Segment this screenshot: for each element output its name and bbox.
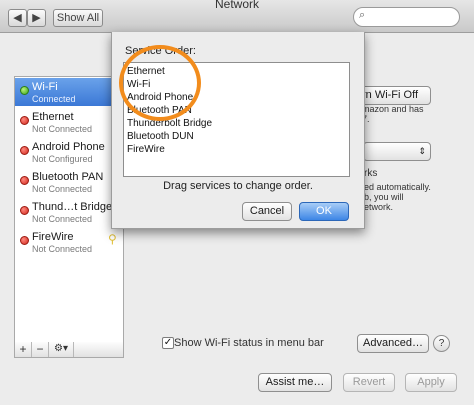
service-name: Android Phone (32, 141, 105, 153)
remove-service-button[interactable]: − (32, 342, 49, 357)
status-dot-icon (20, 236, 29, 245)
service-list: Wi-Fi Connected Ethernet Not Connected A… (14, 76, 124, 344)
service-item-bluetooth-pan[interactable]: Bluetooth PAN Not Connected (15, 168, 123, 196)
service-order-item[interactable]: Bluetooth DUN (127, 131, 194, 143)
highlight-circle (119, 45, 201, 121)
service-item-thunderbolt-bridge[interactable]: Thund…t Bridge Not Connected (15, 198, 123, 226)
status-dot-icon (20, 206, 29, 215)
service-status: Not Connected (32, 244, 93, 254)
service-item-ethernet[interactable]: Ethernet Not Connected (15, 108, 123, 136)
ok-button[interactable]: OK (299, 202, 349, 221)
chevron-updown-icon: ⇕ (418, 146, 426, 156)
status-text-fragment: mazon and has (362, 104, 424, 114)
status-dot-icon (20, 86, 29, 95)
service-item-wifi[interactable]: Wi-Fi Connected (15, 78, 123, 106)
window-titlebar: Network ◀ ▶ Show All ⌕ (0, 0, 474, 33)
status-dot-icon (20, 146, 29, 155)
service-order-item[interactable]: FireWire (127, 144, 165, 156)
ask-to-join-description: etwork. (364, 202, 394, 212)
network-name-popup[interactable]: ⇕ (363, 142, 431, 161)
help-button[interactable]: ? (433, 335, 450, 352)
cancel-button[interactable]: Cancel (242, 202, 292, 221)
drag-hint-text: Drag services to change order. (163, 180, 313, 192)
service-name: FireWire (32, 231, 74, 243)
service-status: Not Configured (32, 154, 93, 164)
apply-button[interactable]: Apply (405, 373, 457, 392)
service-status: Connected (32, 94, 76, 104)
service-status: Not Connected (32, 124, 93, 134)
service-name: Wi-Fi (32, 81, 58, 93)
show-wifi-status-checkbox[interactable]: ✓ (162, 337, 174, 349)
service-name: Thund…t Bridge (32, 201, 113, 213)
ask-to-join-description: b, you will (364, 192, 404, 202)
service-name: Bluetooth PAN (32, 171, 104, 183)
search-input[interactable] (372, 10, 456, 23)
ask-to-join-description: ed automatically. (364, 182, 431, 192)
gear-menu-button[interactable]: ⚙▾ (49, 342, 74, 357)
status-dot-icon (20, 176, 29, 185)
show-wifi-status-label: Show Wi-Fi status in menu bar (174, 337, 324, 349)
service-name: Ethernet (32, 111, 74, 123)
sidebar-toolbar: + − ⚙▾ (14, 342, 124, 358)
status-dot-icon (20, 116, 29, 125)
assist-me-button[interactable]: Assist me… (258, 373, 332, 392)
service-status: Not Connected (32, 184, 93, 194)
show-all-button[interactable]: Show All (53, 9, 103, 27)
service-status: Not Connected (32, 214, 93, 224)
service-item-android-phone[interactable]: Android Phone Not Configured (15, 138, 123, 166)
search-field[interactable]: ⌕ (353, 7, 460, 27)
back-button[interactable]: ◀ (8, 9, 27, 27)
forward-button[interactable]: ▶ (27, 9, 46, 27)
wifi-signal-icon: ⚲ (108, 232, 117, 246)
advanced-button[interactable]: Advanced… (357, 334, 429, 353)
add-service-button[interactable]: + (15, 342, 32, 357)
ask-to-join-label: rks (364, 168, 378, 179)
revert-button[interactable]: Revert (343, 373, 395, 392)
service-item-firewire[interactable]: FireWire Not Connected (15, 228, 123, 256)
search-icon: ⌕ (359, 9, 366, 21)
